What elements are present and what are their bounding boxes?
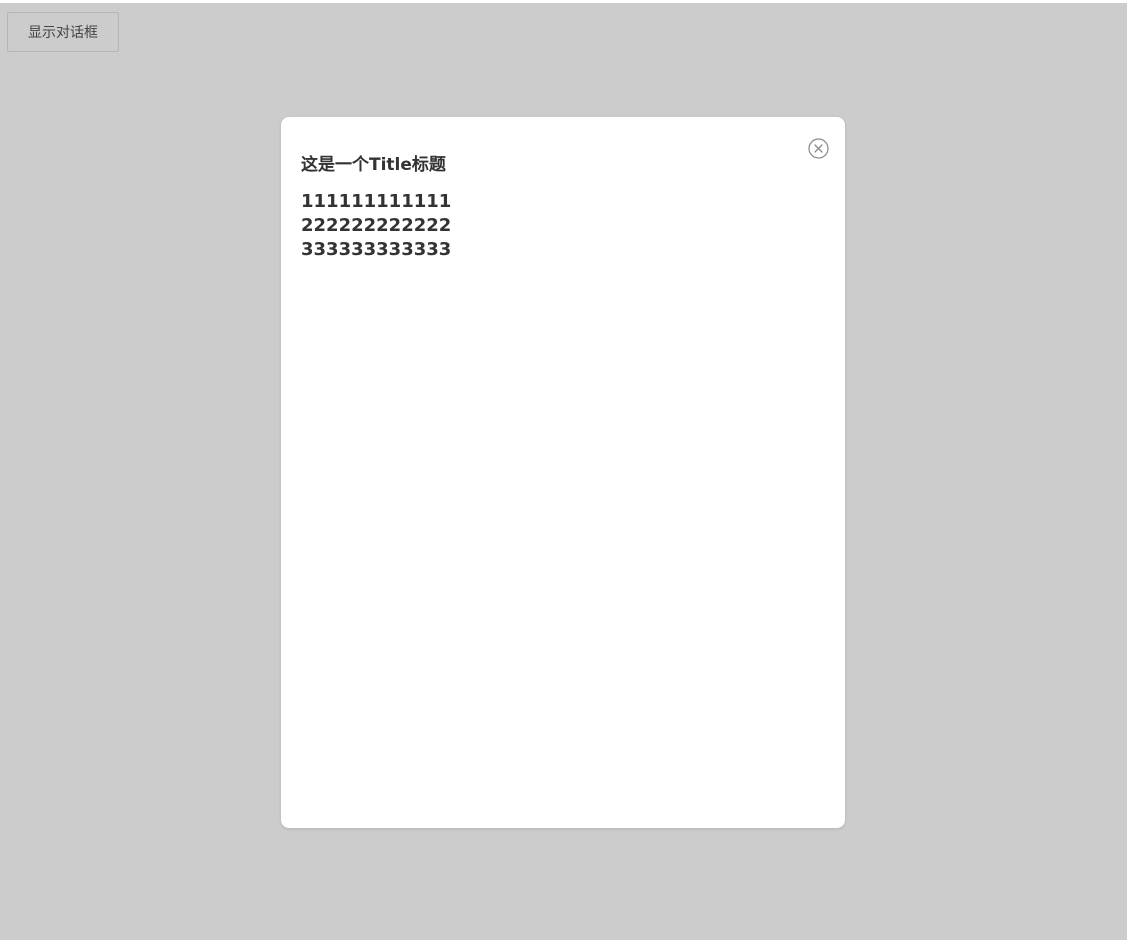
dialog-title: 这是一个Title标题: [301, 155, 446, 175]
dialog-line-1: 111111111111: [301, 191, 452, 212]
close-circle-icon: [808, 138, 829, 159]
close-button[interactable]: [808, 138, 829, 159]
dialog-line-3: 333333333333: [301, 239, 452, 260]
dialog: 这是一个Title标题 111111111111 222222222222 33…: [281, 117, 845, 828]
show-dialog-button[interactable]: 显示对话框: [7, 12, 119, 52]
dialog-body: 111111111111 222222222222 333333333333: [301, 190, 451, 262]
dialog-line-2: 222222222222: [301, 215, 452, 236]
